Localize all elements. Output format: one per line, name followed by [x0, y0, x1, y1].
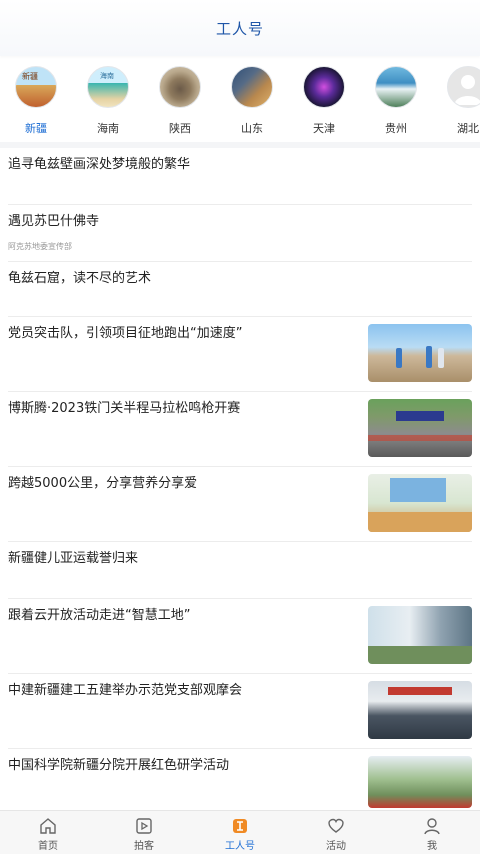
region-badge: 新疆 [22, 72, 38, 81]
article-title: 中建新疆建工五建举办示范党支部观摩会 [8, 683, 243, 698]
region-label: 山东 [241, 122, 263, 135]
tab-label: 活动 [326, 841, 346, 852]
region-avatar [375, 66, 417, 108]
tab-label: 拍客 [134, 841, 154, 852]
region-item-guizhou[interactable]: 贵州 [366, 66, 426, 136]
article-item[interactable]: 新疆健儿亚运载誉归来 [8, 542, 472, 599]
article-thumbnail [368, 324, 472, 382]
region-label: 湖北 [457, 122, 479, 135]
article-title: 博斯腾·2023铁门关半程马拉松鸣枪开赛 [8, 401, 241, 416]
region-item-shandong[interactable]: 山东 [222, 66, 282, 136]
user-placeholder-icon [454, 75, 480, 105]
article-item[interactable]: 党员突击队，引领项目征地跑出“加速度” [8, 317, 472, 392]
region-item-xinjiang[interactable]: 新疆 新疆 [6, 66, 66, 136]
tab-home[interactable]: 首页 [0, 811, 96, 854]
article-item[interactable]: 博斯腾·2023铁门关半程马拉松鸣枪开赛 [8, 392, 472, 467]
article-item[interactable]: 遇见苏巴什佛寺 阿克苏地委宣传部 [8, 205, 472, 262]
page-title: 工人号 [215, 19, 264, 38]
article-thumbnail [368, 399, 472, 457]
tab-paike[interactable]: 拍客 [96, 811, 192, 854]
tab-worker[interactable]: 工人号 [192, 811, 288, 854]
region-item-shaanxi[interactable]: 陕西 [150, 66, 210, 136]
region-item-tianjin[interactable]: 天津 [294, 66, 354, 136]
tab-me[interactable]: 我 [384, 811, 480, 854]
region-label: 天津 [313, 122, 335, 135]
region-avatar: 新疆 [15, 66, 57, 108]
tab-activity[interactable]: 活动 [288, 811, 384, 854]
region-item-hubei[interactable]: 湖北 [438, 66, 480, 136]
region-avatar [303, 66, 345, 108]
tab-label: 工人号 [225, 841, 255, 852]
region-avatar [231, 66, 273, 108]
article-title: 龟兹石窟，读不尽的艺术 [8, 271, 152, 286]
article-title: 跟着云开放活动走进“智慧工地” [8, 608, 191, 623]
region-label: 新疆 [25, 122, 47, 135]
article-title: 新疆健儿亚运载誉归来 [8, 551, 139, 566]
region-selector: 新疆 新疆 海南 海南 陕西 山东 天津 贵州 湖北 [0, 58, 480, 142]
article-thumbnail [368, 474, 472, 532]
article-item[interactable]: 中国科学院新疆分院开展红色研学活动 [8, 749, 472, 809]
article-item[interactable]: 追寻龟兹壁画深处梦境般的繁华 [8, 148, 472, 205]
region-label: 海南 [97, 122, 119, 135]
home-icon [40, 818, 56, 834]
play-icon [136, 818, 152, 834]
article-title: 跨越5000公里，分享营养分享爱 [8, 476, 198, 491]
worker-icon [233, 819, 247, 833]
bottom-tab-bar: 首页 拍客 工人号 活动 我 [0, 810, 480, 854]
article-title: 追寻龟兹壁画深处梦境般的繁华 [8, 157, 191, 172]
heart-icon [328, 818, 344, 833]
region-avatar [159, 66, 201, 108]
user-icon [424, 818, 440, 835]
tab-label: 我 [427, 841, 437, 852]
article-item[interactable]: 跟着云开放活动走进“智慧工地” [8, 599, 472, 674]
article-source: 阿克苏地委宣传部 [8, 242, 72, 251]
app-header: 工人号 [0, 0, 480, 56]
article-title: 党员突击队，引领项目征地跑出“加速度” [8, 326, 243, 341]
region-label: 贵州 [385, 122, 407, 135]
region-label: 陕西 [169, 122, 191, 135]
region-badge: 海南 [100, 72, 114, 80]
region-item-hainan[interactable]: 海南 海南 [78, 66, 138, 136]
article-title: 遇见苏巴什佛寺 [8, 214, 100, 229]
article-item[interactable]: 中建新疆建工五建举办示范党支部观摩会 [8, 674, 472, 749]
article-thumbnail [368, 606, 472, 664]
article-thumbnail [368, 756, 472, 808]
article-thumbnail [368, 681, 472, 739]
region-avatar: 海南 [87, 66, 129, 108]
article-item[interactable]: 龟兹石窟，读不尽的艺术 [8, 262, 472, 317]
region-avatar [447, 66, 480, 108]
tab-label: 首页 [38, 841, 58, 852]
article-item[interactable]: 跨越5000公里，分享营养分享爱 [8, 467, 472, 542]
article-title: 中国科学院新疆分院开展红色研学活动 [8, 758, 230, 773]
